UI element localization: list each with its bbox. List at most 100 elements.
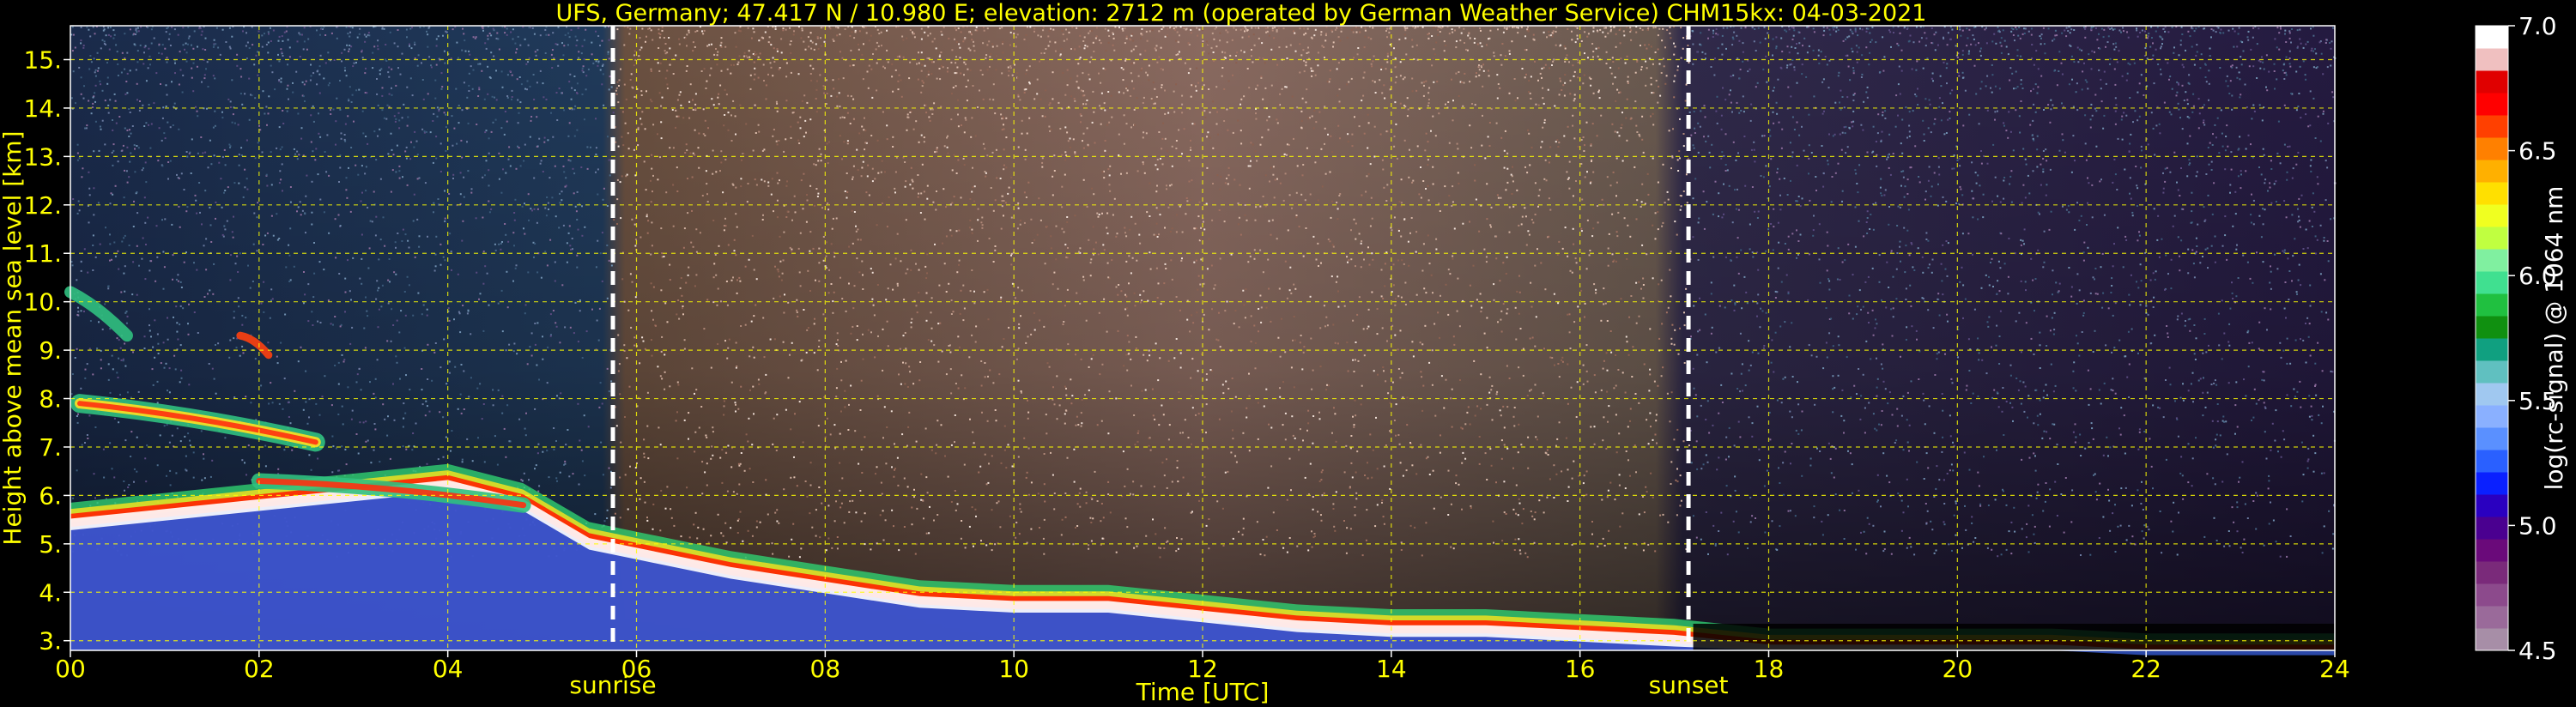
noise-pixel	[1317, 64, 1319, 67]
noise-pixel	[1970, 402, 1973, 404]
noise-pixel	[349, 290, 351, 293]
noise-pixel	[123, 196, 125, 199]
noise-pixel	[1237, 119, 1240, 122]
noise-pixel	[1130, 62, 1133, 64]
noise-pixel	[973, 290, 975, 293]
noise-pixel	[567, 232, 570, 234]
noise-pixel	[2211, 420, 2214, 422]
noise-pixel	[2089, 126, 2092, 129]
noise-pixel	[646, 215, 648, 218]
noise-pixel	[933, 519, 935, 522]
noise-pixel	[910, 269, 912, 271]
noise-pixel	[136, 245, 138, 247]
noise-pixel	[2159, 132, 2161, 135]
noise-pixel	[1603, 287, 1605, 290]
noise-pixel	[1669, 32, 1671, 34]
noise-pixel	[288, 56, 291, 58]
noise-pixel	[1784, 450, 1786, 453]
noise-pixel	[1203, 313, 1205, 316]
noise-pixel	[918, 62, 920, 64]
noise-pixel	[970, 136, 973, 138]
noise-pixel	[1136, 259, 1138, 262]
noise-pixel	[962, 158, 965, 160]
noise-pixel	[1730, 101, 1732, 104]
noise-pixel	[2297, 45, 2299, 48]
noise-pixel	[1134, 444, 1136, 446]
noise-pixel	[1197, 82, 1199, 84]
noise-pixel	[832, 79, 834, 82]
noise-pixel	[1121, 27, 1124, 30]
noise-pixel	[1003, 215, 1004, 217]
noise-pixel	[606, 517, 609, 519]
noise-pixel	[754, 104, 756, 106]
noise-pixel	[2018, 115, 2021, 118]
noise-pixel	[1527, 436, 1530, 438]
noise-pixel	[2295, 70, 2298, 73]
noise-pixel	[1595, 292, 1597, 294]
noise-pixel	[2147, 143, 2149, 146]
noise-pixel	[167, 161, 170, 163]
noise-pixel	[1997, 280, 1999, 282]
noise-pixel	[1692, 144, 1694, 147]
noise-pixel	[1019, 223, 1021, 226]
noise-pixel	[1197, 413, 1200, 415]
noise-pixel	[1162, 26, 1165, 28]
noise-pixel	[136, 61, 139, 63]
noise-pixel	[1355, 238, 1357, 240]
noise-pixel	[1212, 51, 1215, 53]
noise-pixel	[688, 266, 690, 269]
noise-pixel	[2047, 27, 2050, 30]
noise-pixel	[1311, 75, 1313, 77]
noise-pixel	[427, 45, 429, 48]
noise-pixel	[1061, 227, 1064, 230]
noise-pixel	[1758, 448, 1761, 450]
noise-pixel	[958, 346, 961, 348]
noise-pixel	[1139, 301, 1142, 304]
noise-pixel	[1268, 220, 1270, 222]
noise-pixel	[2307, 335, 2310, 338]
noise-pixel	[1658, 27, 1661, 30]
noise-pixel	[1224, 471, 1227, 474]
noise-pixel	[2154, 334, 2156, 336]
noise-pixel	[1803, 149, 1805, 152]
noise-pixel	[946, 70, 949, 73]
noise-pixel	[1455, 46, 1458, 49]
noise-pixel	[484, 265, 487, 268]
noise-pixel	[339, 166, 342, 169]
noise-pixel	[406, 275, 409, 278]
noise-pixel	[1718, 215, 1719, 218]
noise-pixel	[325, 171, 328, 173]
noise-pixel	[310, 468, 312, 471]
noise-pixel	[506, 404, 509, 407]
noise-pixel	[2284, 281, 2287, 283]
noise-pixel	[1330, 135, 1332, 137]
noise-pixel	[1892, 153, 1894, 154]
noise-pixel	[1755, 517, 1756, 519]
noise-pixel	[736, 279, 738, 281]
noise-pixel	[700, 406, 703, 408]
noise-pixel	[186, 155, 189, 158]
noise-pixel	[1502, 405, 1505, 408]
noise-pixel	[1924, 190, 1927, 193]
noise-pixel	[1978, 359, 1980, 361]
noise-pixel	[185, 42, 187, 45]
noise-pixel	[1728, 456, 1730, 458]
noise-pixel	[2012, 149, 2015, 152]
noise-pixel	[462, 220, 464, 222]
noise-pixel	[138, 109, 141, 112]
noise-pixel	[1616, 235, 1619, 238]
noise-pixel	[200, 33, 203, 36]
noise-pixel	[1203, 51, 1205, 53]
noise-pixel	[2302, 60, 2305, 63]
noise-pixel	[171, 81, 173, 83]
noise-pixel	[1643, 511, 1646, 514]
noise-pixel	[2145, 305, 2148, 307]
noise-pixel	[986, 27, 989, 30]
noise-pixel	[1600, 114, 1603, 117]
noise-pixel	[80, 310, 82, 312]
noise-pixel	[1160, 68, 1162, 70]
noise-pixel	[1155, 164, 1157, 166]
noise-pixel	[815, 535, 817, 537]
noise-pixel	[1941, 393, 1943, 395]
noise-pixel	[1755, 86, 1757, 88]
